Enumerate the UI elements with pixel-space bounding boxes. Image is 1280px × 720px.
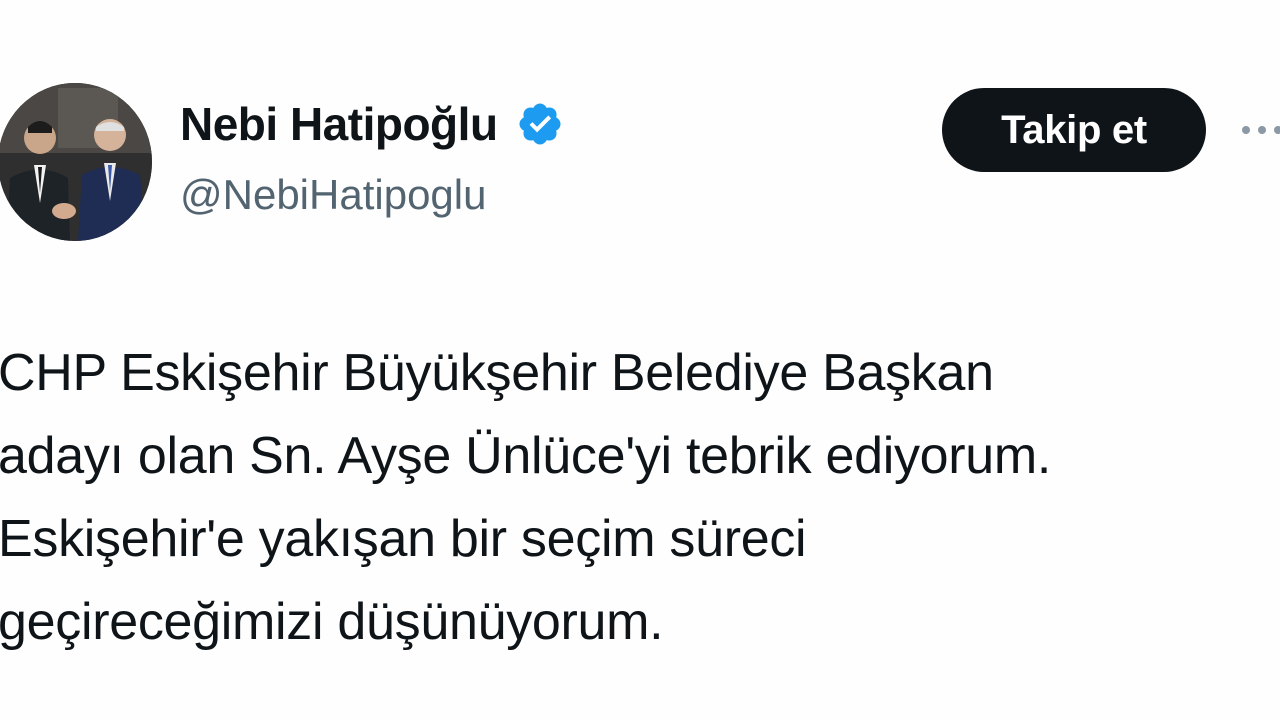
avatar[interactable] [0,83,152,241]
tweet-card: Nebi Hatipoğlu @NebiHatipoglu Takip et C… [0,0,1280,720]
more-options-icon[interactable] [1240,118,1280,142]
author-display-name[interactable]: Nebi Hatipoğlu [180,101,498,147]
author-handle[interactable]: @NebiHatipoglu [180,174,486,216]
tweet-text-line: Eskişehir'e yakışan bir seçim süreci [0,510,807,568]
tweet-text: CHP Eskişehir Büyükşehir Belediye Başkan… [0,332,1278,664]
follow-button[interactable]: Takip et [942,88,1206,172]
tweet-text-line: CHP Eskişehir Büyükşehir Belediye Başkan [0,344,994,402]
tweet-text-line: geçireceğimizi düşünüyorum. [0,593,664,651]
verified-badge-icon [516,100,564,148]
tweet-text-line: adayı olan Sn. Ayşe Ünlüce'yi tebrik edi… [0,427,1052,485]
author-name-row: Nebi Hatipoğlu [180,100,564,148]
